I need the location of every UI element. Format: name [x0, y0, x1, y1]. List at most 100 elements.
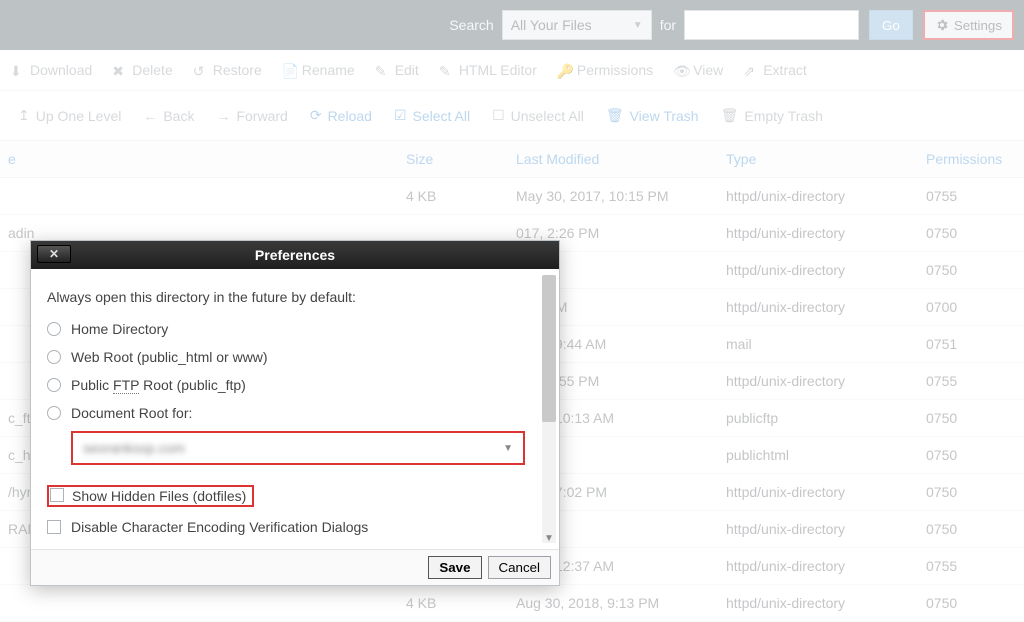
close-icon: ✕	[49, 247, 59, 261]
cell-type: httpd/unix-directory	[718, 289, 918, 326]
search-scope-select[interactable]: All Your Files ▼	[502, 10, 652, 40]
view-button[interactable]: 👁View	[673, 62, 723, 78]
cell-modified: May 30, 2017, 10:15 PM	[508, 178, 718, 215]
radio-document-root[interactable]: Document Root for:	[47, 399, 523, 427]
cell-type: httpd/unix-directory	[718, 215, 918, 252]
radio-icon	[47, 350, 61, 364]
checkbox-icon	[50, 488, 64, 502]
arrow-right-icon: →	[216, 108, 230, 124]
settings-button[interactable]: Settings	[923, 10, 1014, 40]
top-search-bar: Search All Your Files ▼ for Go Settings	[0, 0, 1024, 50]
col-modified[interactable]: Last Modified	[508, 141, 718, 178]
forward-button[interactable]: →Forward	[216, 108, 287, 124]
cancel-button[interactable]: Cancel	[488, 556, 552, 579]
cell-size: 4 KB	[398, 178, 508, 215]
cell-perm: 0755	[918, 363, 1024, 400]
table-header-row: e Size Last Modified Type Permissions	[0, 141, 1024, 178]
cell-size: 4 KB	[398, 585, 508, 622]
settings-label: Settings	[954, 18, 1002, 33]
restore-button[interactable]: ↺Restore	[193, 62, 262, 78]
key-icon: 🔑	[557, 63, 571, 77]
view-trash-button[interactable]: 🗑View Trash	[606, 107, 699, 124]
table-row[interactable]: 4 KBAug 30, 2018, 9:13 PMhttpd/unix-dire…	[0, 585, 1024, 622]
col-name[interactable]: e	[0, 141, 398, 178]
permissions-button[interactable]: 🔑Permissions	[557, 62, 653, 78]
empty-trash-button[interactable]: 🗑Empty Trash	[721, 107, 823, 124]
col-type[interactable]: Type	[718, 141, 918, 178]
cell-perm: 0750	[918, 474, 1024, 511]
col-size[interactable]: Size	[398, 141, 508, 178]
check-icon: ☑	[394, 107, 407, 124]
search-label: Search	[449, 17, 493, 33]
radio-icon	[47, 406, 61, 420]
disable-encoding-row[interactable]: Disable Character Encoding Verification …	[47, 513, 523, 541]
cell-type: httpd/unix-directory	[718, 252, 918, 289]
unselect-all-button[interactable]: ☐Unselect All	[492, 107, 584, 124]
document-root-select[interactable]: seoranksxp.com ▼	[71, 431, 525, 465]
download-icon: ⬇	[10, 63, 24, 77]
go-button[interactable]: Go	[869, 10, 913, 40]
scrollbar-thumb[interactable]	[542, 275, 556, 422]
search-scope-value: All Your Files	[511, 17, 592, 33]
search-input[interactable]	[684, 10, 859, 40]
select-all-button[interactable]: ☑Select All	[394, 107, 470, 124]
nav-toolbar: ↥Up One Level ←Back →Forward ⟳Reload ☑Se…	[0, 91, 1024, 140]
cell-modified: Aug 30, 2018, 9:13 PM	[508, 585, 718, 622]
radio-public-ftp-root[interactable]: Public FTP Root (public_ftp)	[47, 371, 523, 399]
cell-perm: 0750	[918, 215, 1024, 252]
download-button[interactable]: ⬇Download	[10, 62, 92, 78]
arrow-left-icon: ←	[143, 108, 157, 124]
cell-perm: 0750	[918, 511, 1024, 548]
rename-button[interactable]: 📄Rename	[282, 62, 355, 78]
cell-type: mail	[718, 326, 918, 363]
cell-perm: 0750	[918, 400, 1024, 437]
cell-type: httpd/unix-directory	[718, 585, 918, 622]
reload-button[interactable]: ⟳Reload	[310, 107, 372, 124]
chevron-down-icon: ▼	[503, 443, 513, 454]
extract-button[interactable]: ⇗Extract	[743, 62, 807, 78]
radio-web-root[interactable]: Web Root (public_html or www)	[47, 343, 523, 371]
col-permissions[interactable]: Permissions	[918, 141, 1024, 178]
document-root-value: seoranksxp.com	[83, 440, 185, 456]
trash-icon: 🗑	[606, 107, 624, 124]
restore-icon: ↺	[193, 63, 207, 77]
save-button[interactable]: Save	[428, 556, 481, 579]
cell-perm: 0755	[918, 178, 1024, 215]
cell-perm: 0755	[918, 548, 1024, 585]
modal-titlebar[interactable]: ✕ Preferences	[31, 241, 559, 269]
show-hidden-files-label: Show Hidden Files (dotfiles)	[72, 488, 246, 504]
for-label: for	[660, 17, 676, 33]
cell-type: httpd/unix-directory	[718, 474, 918, 511]
lead-text: Always open this directory in the future…	[47, 283, 523, 315]
cell-type: httpd/unix-directory	[718, 548, 918, 585]
square-icon: ☐	[492, 107, 505, 124]
radio-icon	[47, 322, 61, 336]
cell-name	[0, 585, 398, 622]
up-one-level-button[interactable]: ↥Up One Level	[18, 107, 121, 124]
file-icon: 📄	[282, 63, 296, 77]
cell-type: publicftp	[718, 400, 918, 437]
table-row[interactable]: 4 KBMay 30, 2017, 10:15 PMhttpd/unix-dir…	[0, 178, 1024, 215]
scroll-down-icon[interactable]: ▼	[542, 531, 556, 545]
radio-icon	[47, 378, 61, 392]
show-hidden-files-row[interactable]: Show Hidden Files (dotfiles)	[47, 479, 523, 513]
html-editor-button[interactable]: ✎HTML Editor	[439, 62, 537, 78]
modal-footer: Save Cancel	[31, 549, 559, 585]
cell-type: httpd/unix-directory	[718, 178, 918, 215]
checkbox-icon	[47, 520, 61, 534]
cell-perm: 0700	[918, 289, 1024, 326]
radio-home-directory[interactable]: Home Directory	[47, 315, 523, 343]
arrow-up-icon: ↥	[18, 107, 30, 124]
delete-button[interactable]: ✖Delete	[112, 62, 172, 78]
edit-button[interactable]: ✎Edit	[375, 62, 419, 78]
modal-scrollbar[interactable]: ▲ ▼	[542, 275, 556, 543]
cell-perm: 0750	[918, 252, 1024, 289]
close-button[interactable]: ✕	[37, 245, 71, 263]
chevron-down-icon: ▼	[633, 20, 643, 31]
reload-icon: ⟳	[310, 107, 322, 124]
modal-title: Preferences	[255, 247, 335, 263]
html-icon: ✎	[439, 63, 453, 77]
back-button[interactable]: ←Back	[143, 108, 194, 124]
cell-name	[0, 178, 398, 215]
cell-type: httpd/unix-directory	[718, 363, 918, 400]
